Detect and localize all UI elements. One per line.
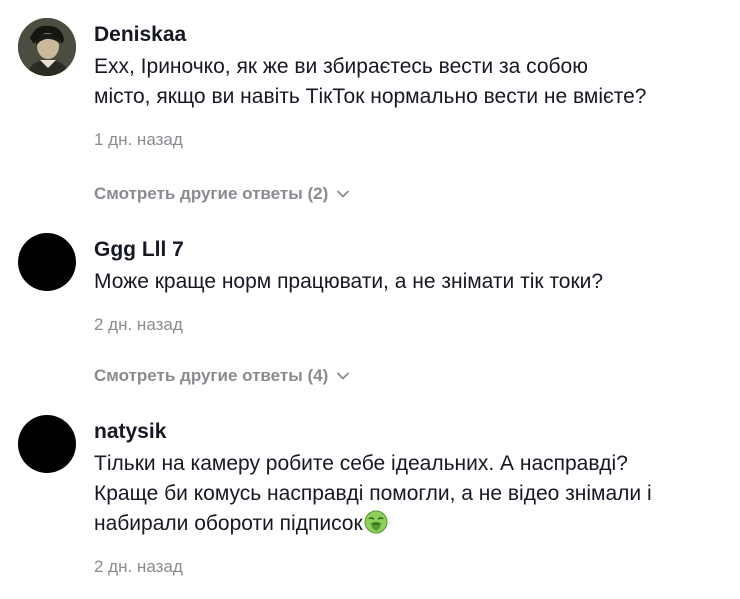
comment-text: Може краще норм працювати, а не знімати …	[94, 270, 604, 293]
comment-username[interactable]: Deniskaa	[94, 22, 730, 48]
comment-username[interactable]: Ggg Lll 7	[94, 237, 730, 263]
comment-text: Ехх, Іриночко, як же ви збираєтесь вести…	[94, 55, 647, 108]
comment-text: Тільки на камеру робите себе ідеальних. …	[94, 449, 730, 539]
chevron-down-icon	[337, 190, 350, 198]
avatar[interactable]	[18, 18, 76, 76]
view-replies-label: Смотреть другие ответы (2)	[94, 184, 329, 203]
view-replies-label: Смотреть другие ответы (4)	[94, 366, 329, 385]
comment-timestamp: 2 дн. назад	[94, 315, 183, 334]
avatar-photo-icon	[18, 18, 76, 76]
comment-timestamp: 2 дн. назад	[94, 557, 183, 576]
avatar[interactable]	[18, 233, 76, 291]
nauseated-face-icon	[364, 510, 388, 534]
comment-username[interactable]: natysik	[94, 419, 730, 445]
view-replies-button[interactable]: Смотреть другие ответы (4)	[94, 365, 350, 387]
chevron-down-icon	[337, 372, 350, 380]
view-replies-button[interactable]: Смотреть другие ответы (2)	[94, 183, 350, 205]
avatar[interactable]	[18, 415, 76, 473]
comment-timestamp: 1 дн. назад	[94, 130, 183, 149]
